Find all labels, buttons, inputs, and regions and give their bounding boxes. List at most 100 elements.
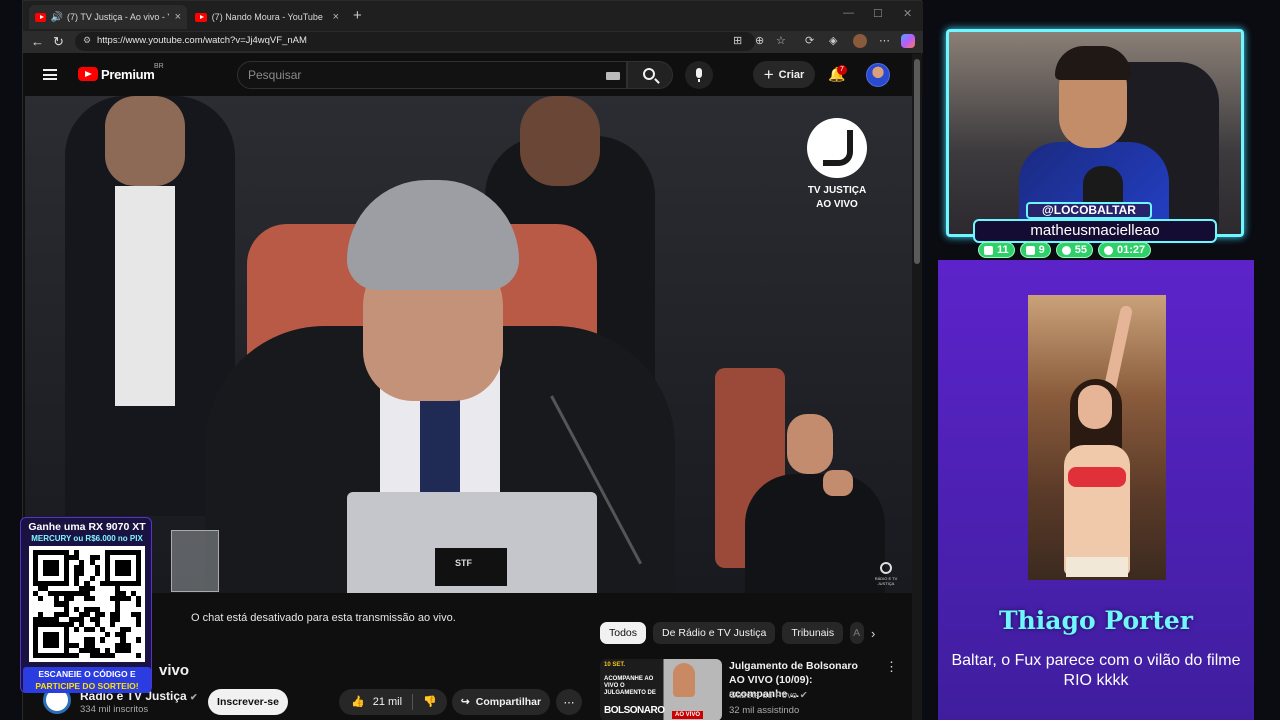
like-dislike-group: 👍 21 mil 👎	[339, 689, 447, 715]
recommended-thumbnail[interactable]: 10 SET. ACOMPANHE AO VIVO O JULGAMENTO D…	[600, 659, 722, 720]
tv-justica-overlay: TV JUSTIÇA AO VIVO	[797, 184, 877, 212]
scrollbar-thumb[interactable]	[914, 59, 920, 264]
clip-face	[1078, 385, 1112, 429]
thumbs-down-icon[interactable]: 👎	[423, 695, 437, 708]
giveaway-overlay: Ganhe uma RX 9070 XT MERCURY ou R$6.000 …	[20, 517, 152, 693]
right-edge	[1254, 0, 1280, 720]
refresh-extension-icon[interactable]: ⟳	[805, 34, 814, 47]
background-person-left-shirt	[115, 186, 175, 406]
qr-code	[29, 546, 145, 662]
verified-icon: ✔	[799, 690, 808, 701]
search-button[interactable]	[627, 61, 673, 89]
close-tab-icon[interactable]: ×	[175, 11, 181, 23]
copilot-icon[interactable]	[901, 34, 915, 48]
share-icon: ↪	[460, 696, 470, 708]
extension-icon[interactable]: ◈	[829, 34, 837, 47]
chip-channel[interactable]: De Rádio e TV Justiça	[653, 622, 776, 644]
subscriber-count: 334 mil inscritos	[80, 704, 149, 715]
keyboard-icon[interactable]	[606, 72, 620, 80]
stat-value: 01:27	[1117, 244, 1146, 256]
youtube-logo-icon[interactable]	[78, 67, 98, 81]
streamer-handle: @LOCOBALTAR	[1026, 202, 1152, 219]
corner-logo-icon	[880, 562, 892, 574]
share-label: Compartilhar	[475, 696, 542, 708]
chip-todos[interactable]: Todos	[600, 622, 647, 644]
like-count: 21 mil	[372, 695, 403, 708]
profile-avatar[interactable]	[853, 34, 867, 48]
like-divider	[412, 694, 413, 710]
stat-twitch: 11	[978, 242, 1015, 258]
chip-tribunais[interactable]: Tribunais	[782, 622, 844, 644]
search-input[interactable]	[248, 68, 588, 82]
maximize-icon[interactable]: ☐	[873, 7, 883, 20]
recommendation-chips: Todos De Rádio e TV Justiça Tribunais A	[600, 622, 865, 644]
youtube-favicon-icon	[35, 12, 46, 22]
donor-name: Thiago Porter	[999, 606, 1193, 635]
account-avatar[interactable]	[866, 63, 890, 87]
address-bar[interactable]: ⚙ https://www.youtube.com/watch?v=Jj4wqV…	[75, 32, 755, 51]
back-icon[interactable]: ←	[31, 34, 44, 49]
browser-window: 🔊 (7) TV Justiça - Ao vivo - You × (7) N…	[22, 0, 923, 720]
apps-icon[interactable]: ⊞	[733, 34, 742, 47]
chip-partial[interactable]: A	[850, 622, 865, 644]
subscribe-button[interactable]: Inscrever-se	[208, 689, 288, 715]
chat-disabled-message: O chat está desativado para esta transmi…	[191, 612, 456, 624]
clock-icon	[1104, 245, 1114, 255]
recommended-channel[interactable]: Gazeta do Povo ✔	[729, 690, 808, 701]
donor-message: Baltar, o Fux parece com o vilão do film…	[951, 652, 1241, 689]
new-tab-button[interactable]: +	[353, 7, 362, 24]
video-title: vivo	[159, 662, 190, 679]
stat-youtube: 9	[1019, 242, 1051, 258]
create-label: Criar	[778, 68, 805, 81]
reload-icon[interactable]: ↻	[53, 34, 64, 50]
stat-value: 11	[997, 244, 1009, 256]
qr-module	[135, 652, 141, 658]
cta-line-1: ESCANEIE O CÓDIGO E	[38, 669, 136, 679]
kick-icon	[1061, 245, 1071, 255]
recommended-channel-text: Gazeta do Povo	[729, 690, 798, 701]
thumb-face	[673, 663, 695, 697]
browser-toolbar: ← ↻ ⚙ https://www.youtube.com/watch?v=Jj…	[23, 31, 923, 53]
tab-strip: 🔊 (7) TV Justiça - Ao vivo - You × (7) N…	[23, 1, 923, 31]
stat-value: 9	[1038, 244, 1045, 256]
close-window-icon[interactable]: ✕	[903, 7, 912, 20]
more-icon[interactable]: ⋯	[879, 34, 890, 47]
close-tab-icon[interactable]: ×	[333, 11, 339, 23]
menu-icon[interactable]	[43, 69, 57, 80]
thumb-date: 10 SET.	[604, 662, 626, 668]
minimize-icon[interactable]: —	[843, 7, 854, 19]
favorite-star-icon[interactable]: ☆	[776, 34, 786, 47]
corner-text: RÁDIO E TV JUSTIÇA	[874, 576, 898, 586]
tab-title: (7) TV Justiça - Ao vivo - You	[67, 12, 169, 22]
stat-kick: 55	[1055, 242, 1094, 258]
kebab-menu-icon[interactable]: ⋮	[885, 659, 898, 675]
more-actions-icon[interactable]: ⋯	[556, 689, 582, 715]
latest-subscriber: matheusmacielleao	[973, 219, 1217, 243]
speaker-icon[interactable]: 🔊	[51, 12, 63, 23]
tab-tv-justica[interactable]: 🔊 (7) TV Justiça - Ao vivo - You ×	[29, 5, 187, 29]
like-button[interactable]: 👍 21 mil	[351, 695, 403, 709]
site-controls-icon[interactable]: ⚙	[83, 35, 91, 46]
share-button[interactable]: ↪ Compartilhar	[452, 689, 550, 715]
giveaway-cta: ESCANEIE O CÓDIGO E PARTICIPE DO SORTEIO…	[23, 667, 151, 693]
screen: 🔊 (7) TV Justiça - Ao vivo - You × (7) N…	[0, 0, 1280, 720]
voice-search-button[interactable]	[685, 61, 713, 89]
background-person-right-head	[520, 96, 600, 186]
youtube-brand[interactable]: Premium	[101, 67, 155, 82]
search-box	[237, 61, 627, 89]
youtube-favicon-icon	[195, 12, 207, 22]
interpreter-head	[787, 414, 833, 474]
recommended-viewers: 32 mil assistindo	[729, 705, 800, 716]
background-person-left-head	[105, 96, 185, 186]
thumb-caption: ACOMPANHE AO VIVO O JULGAMENTO DE	[604, 676, 656, 696]
chevron-right-icon[interactable]: ›	[871, 626, 875, 641]
plus-icon: +	[763, 64, 774, 84]
video-player[interactable]: STF TV JUSTIÇA AO VIVO RÁDIO E TV JUSTIÇ…	[25, 96, 912, 593]
url-text: https://www.youtube.com/watch?v=Jj4wqVF_…	[97, 35, 307, 46]
alert-video-clip	[1028, 295, 1166, 580]
create-button[interactable]: + Criar	[753, 61, 815, 88]
stat-value: 55	[1074, 244, 1088, 256]
tab-nando-moura[interactable]: (7) Nando Moura - YouTube ×	[189, 5, 345, 29]
thumb-live-badge: AO VIVO	[672, 711, 704, 719]
zoom-icon[interactable]: ⊕	[755, 34, 764, 47]
